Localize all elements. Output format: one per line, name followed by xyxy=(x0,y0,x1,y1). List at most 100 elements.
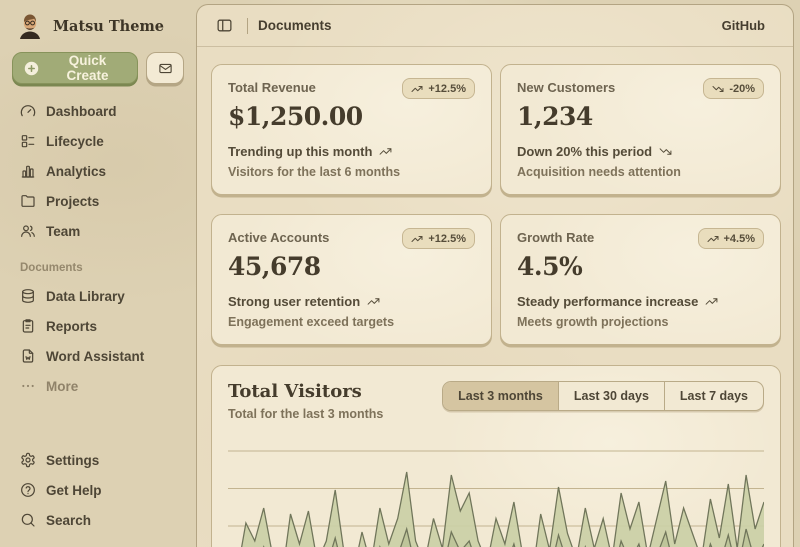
tab-last-30-days[interactable]: Last 30 days xyxy=(559,382,665,410)
inbox-button[interactable] xyxy=(146,52,184,84)
trending-up-icon xyxy=(367,295,380,308)
database-icon xyxy=(20,288,36,304)
main-panel: Documents GitHub Total Revenue +12.5% $1… xyxy=(196,4,794,547)
topbar: Documents GitHub xyxy=(197,5,793,47)
user-avatar xyxy=(16,12,44,40)
sidebar-item-projects[interactable]: Projects xyxy=(12,186,184,216)
nav-label: Word Assistant xyxy=(46,349,144,364)
sidebar-item-get-help[interactable]: Get Help xyxy=(12,475,184,505)
topbar-separator xyxy=(247,18,248,34)
file-word-icon xyxy=(20,348,36,364)
ellipsis-icon xyxy=(20,378,36,394)
nav-label: More xyxy=(46,379,78,394)
sidebar: Matsu Theme Quick Create Dashboard Lifec… xyxy=(0,0,196,547)
stat-card-new-customers: New Customers -20% 1,234 Down 20% this p… xyxy=(500,64,781,195)
trend-badge: +4.5% xyxy=(698,228,765,249)
report-icon xyxy=(20,318,36,334)
help-circle-icon xyxy=(20,482,36,498)
nav-label: Analytics xyxy=(46,164,106,179)
card-footer-sub: Engagement exceed targets xyxy=(228,315,475,329)
nav-label: Team xyxy=(46,224,80,239)
quick-create-label: Quick Create xyxy=(48,53,127,83)
time-range-tabs: Last 3 months Last 30 days Last 7 days xyxy=(442,381,764,411)
sidebar-item-dashboard[interactable]: Dashboard xyxy=(12,96,184,126)
sidebar-item-word-assistant[interactable]: Word Assistant xyxy=(12,341,184,371)
stat-card-total-revenue: Total Revenue +12.5% $1,250.00 Trending … xyxy=(211,64,492,195)
trending-down-icon xyxy=(659,145,672,158)
sidebar-item-settings[interactable]: Settings xyxy=(12,445,184,475)
github-link[interactable]: GitHub xyxy=(712,13,775,38)
chart-title: Total Visitors xyxy=(228,381,383,402)
nav-label: Dashboard xyxy=(46,104,117,119)
chart-subtitle: Total for the last 3 months xyxy=(228,407,383,421)
nav-label: Settings xyxy=(46,453,99,468)
page-title: Documents xyxy=(258,18,332,33)
card-title: New Customers xyxy=(517,78,615,95)
nav-label: Get Help xyxy=(46,483,102,498)
card-footer-main: Steady performance increase xyxy=(517,294,698,309)
trend-badge: +12.5% xyxy=(402,78,475,99)
trending-down-icon xyxy=(712,83,724,95)
card-footer-sub: Meets growth projections xyxy=(517,315,764,329)
sidebar-toggle-button[interactable] xyxy=(211,13,237,39)
chart-bar-icon xyxy=(20,163,36,179)
sidebar-section-documents: Documents xyxy=(20,262,176,274)
card-footer-sub: Visitors for the last 6 months xyxy=(228,165,475,179)
visitors-area-chart xyxy=(228,438,764,547)
card-value: $1,250.00 xyxy=(228,102,475,131)
card-footer-main: Down 20% this period xyxy=(517,144,652,159)
tab-last-3-months[interactable]: Last 3 months xyxy=(443,382,559,410)
trending-up-icon xyxy=(707,233,719,245)
card-title: Active Accounts xyxy=(228,228,329,245)
card-footer-sub: Acquisition needs attention xyxy=(517,165,764,179)
gauge-icon xyxy=(20,103,36,119)
mail-icon xyxy=(158,61,173,76)
card-title: Growth Rate xyxy=(517,228,594,245)
card-value: 45,678 xyxy=(228,252,475,281)
sidebar-item-team[interactable]: Team xyxy=(12,216,184,246)
circle-plus-icon xyxy=(23,60,40,77)
sidebar-item-data-library[interactable]: Data Library xyxy=(12,281,184,311)
trending-up-icon xyxy=(411,233,423,245)
nav-label: Projects xyxy=(46,194,99,209)
trending-up-icon xyxy=(411,83,423,95)
badge-value: +4.5% xyxy=(724,233,756,245)
nav-label: Search xyxy=(46,513,91,528)
trend-badge: -20% xyxy=(703,78,764,99)
stat-card-active-accounts: Active Accounts +12.5% 45,678 Strong use… xyxy=(211,214,492,345)
users-icon xyxy=(20,223,36,239)
trending-up-icon xyxy=(705,295,718,308)
nav-label: Data Library xyxy=(46,289,125,304)
sidebar-item-lifecycle[interactable]: Lifecycle xyxy=(12,126,184,156)
sidebar-item-search[interactable]: Search xyxy=(12,505,184,535)
folder-icon xyxy=(20,193,36,209)
area-chart-svg xyxy=(228,438,764,547)
list-details-icon xyxy=(20,133,36,149)
sidebar-footer-nav: Settings Get Help Search xyxy=(12,445,184,535)
card-value: 4.5% xyxy=(517,252,764,281)
panel-left-icon xyxy=(216,17,233,34)
stat-card-growth-rate: Growth Rate +4.5% 4.5% Steady performanc… xyxy=(500,214,781,345)
nav-label: Lifecycle xyxy=(46,134,104,149)
sidebar-item-reports[interactable]: Reports xyxy=(12,311,184,341)
card-footer-main: Strong user retention xyxy=(228,294,360,309)
trend-badge: +12.5% xyxy=(402,228,475,249)
card-footer-main: Trending up this month xyxy=(228,144,372,159)
quick-create-button[interactable]: Quick Create xyxy=(12,52,138,84)
card-value: 1,234 xyxy=(517,102,764,131)
stat-cards-grid: Total Revenue +12.5% $1,250.00 Trending … xyxy=(211,64,781,345)
sidebar-item-analytics[interactable]: Analytics xyxy=(12,156,184,186)
badge-value: +12.5% xyxy=(428,83,466,95)
content-area: Total Revenue +12.5% $1,250.00 Trending … xyxy=(197,47,793,547)
tab-last-7-days[interactable]: Last 7 days xyxy=(665,382,763,410)
badge-value: +12.5% xyxy=(428,233,466,245)
sidebar-main-nav: Dashboard Lifecycle Analytics Projects T… xyxy=(12,96,184,246)
trending-up-icon xyxy=(379,145,392,158)
badge-value: -20% xyxy=(729,83,755,95)
nav-label: Reports xyxy=(46,319,97,334)
sidebar-documents-nav: Data Library Reports Word Assistant More xyxy=(12,281,184,401)
total-visitors-card: Total Visitors Total for the last 3 mont… xyxy=(211,365,781,547)
sidebar-item-more[interactable]: More xyxy=(12,371,184,401)
workspace-switcher[interactable]: Matsu Theme xyxy=(12,10,184,42)
gear-icon xyxy=(20,452,36,468)
